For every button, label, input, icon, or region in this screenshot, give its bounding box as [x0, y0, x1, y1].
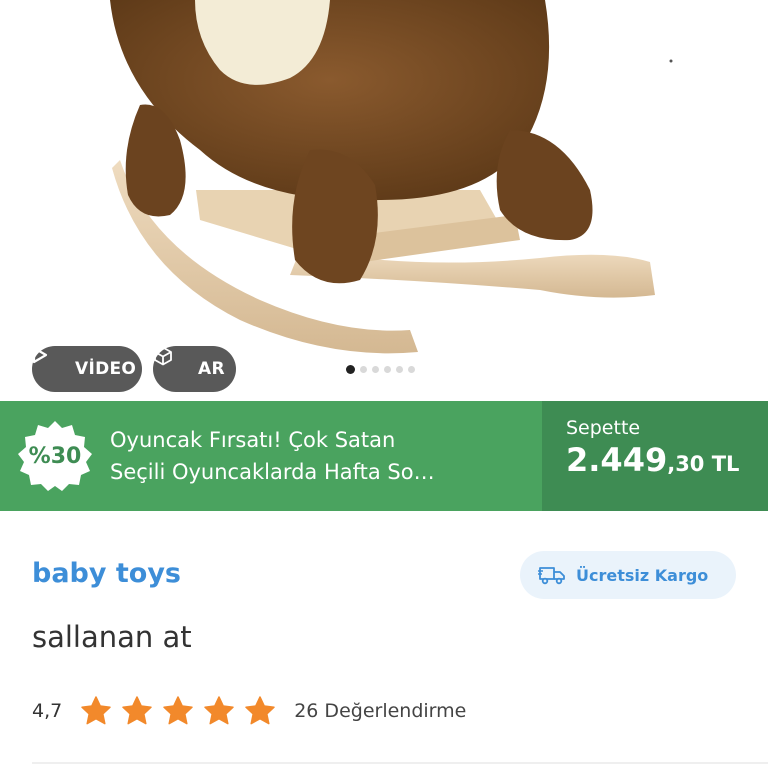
- discount-badge: %30: [16, 420, 94, 492]
- price-currency: TL: [704, 452, 740, 476]
- basket-price-box: Sepette 2.449,30 TL: [542, 401, 768, 511]
- divider: [32, 762, 768, 764]
- rocking-horse-image: [110, 0, 673, 354]
- review-count-link[interactable]: 26 Değerlendirme: [294, 700, 466, 722]
- free-shipping-label: Ücretsiz Kargo: [576, 565, 709, 585]
- brand-link[interactable]: baby toys: [32, 558, 181, 589]
- ar-button-label: AR: [198, 359, 225, 379]
- carousel-dot[interactable]: [408, 366, 415, 373]
- carousel-dot[interactable]: [346, 365, 355, 374]
- product-title: sallanan at: [32, 620, 192, 654]
- price-main: 2.449: [566, 441, 668, 479]
- star-icon: [162, 695, 194, 727]
- video-button-label: VİDEO: [75, 359, 137, 379]
- carousel-indicator: [346, 365, 415, 374]
- ar-button[interactable]: AR: [153, 346, 236, 392]
- carousel-dot[interactable]: [360, 366, 367, 373]
- basket-price-label: Sepette: [566, 417, 641, 439]
- product-image-gallery[interactable]: VİDEO AR: [0, 0, 768, 400]
- carousel-dot[interactable]: [372, 366, 379, 373]
- carousel-dot[interactable]: [396, 366, 403, 373]
- promo-banner[interactable]: %30 Oyuncak Fırsatı! Çok Satan Seçili Oy…: [0, 401, 768, 511]
- rating-stars: [80, 695, 276, 727]
- video-button[interactable]: VİDEO: [32, 346, 142, 392]
- promo-line-1: Oyuncak Fırsatı! Çok Satan: [110, 428, 396, 452]
- star-icon: [80, 695, 112, 727]
- promo-line-2: Seçili Oyuncaklarda Hafta So…: [110, 460, 435, 484]
- star-icon: [244, 695, 276, 727]
- star-icon: [203, 695, 235, 727]
- basket-price: 2.449,30 TL: [566, 441, 768, 479]
- promo-text: Oyuncak Fırsatı! Çok Satan Seçili Oyunca…: [110, 424, 530, 488]
- promo-campaign[interactable]: %30 Oyuncak Fırsatı! Çok Satan Seçili Oy…: [0, 401, 542, 511]
- star-icon: [121, 695, 153, 727]
- price-cents: ,30: [667, 452, 705, 476]
- discount-badge-text: %30: [28, 443, 82, 469]
- play-icon: [32, 346, 66, 380]
- carousel-dot[interactable]: [384, 366, 391, 373]
- truck-icon: [538, 564, 566, 586]
- free-shipping-badge[interactable]: Ücretsiz Kargo: [520, 551, 736, 599]
- rating-row[interactable]: 4,7 26 Değerlendirme: [32, 694, 466, 728]
- cube-icon: [154, 346, 189, 380]
- rating-value: 4,7: [32, 700, 63, 722]
